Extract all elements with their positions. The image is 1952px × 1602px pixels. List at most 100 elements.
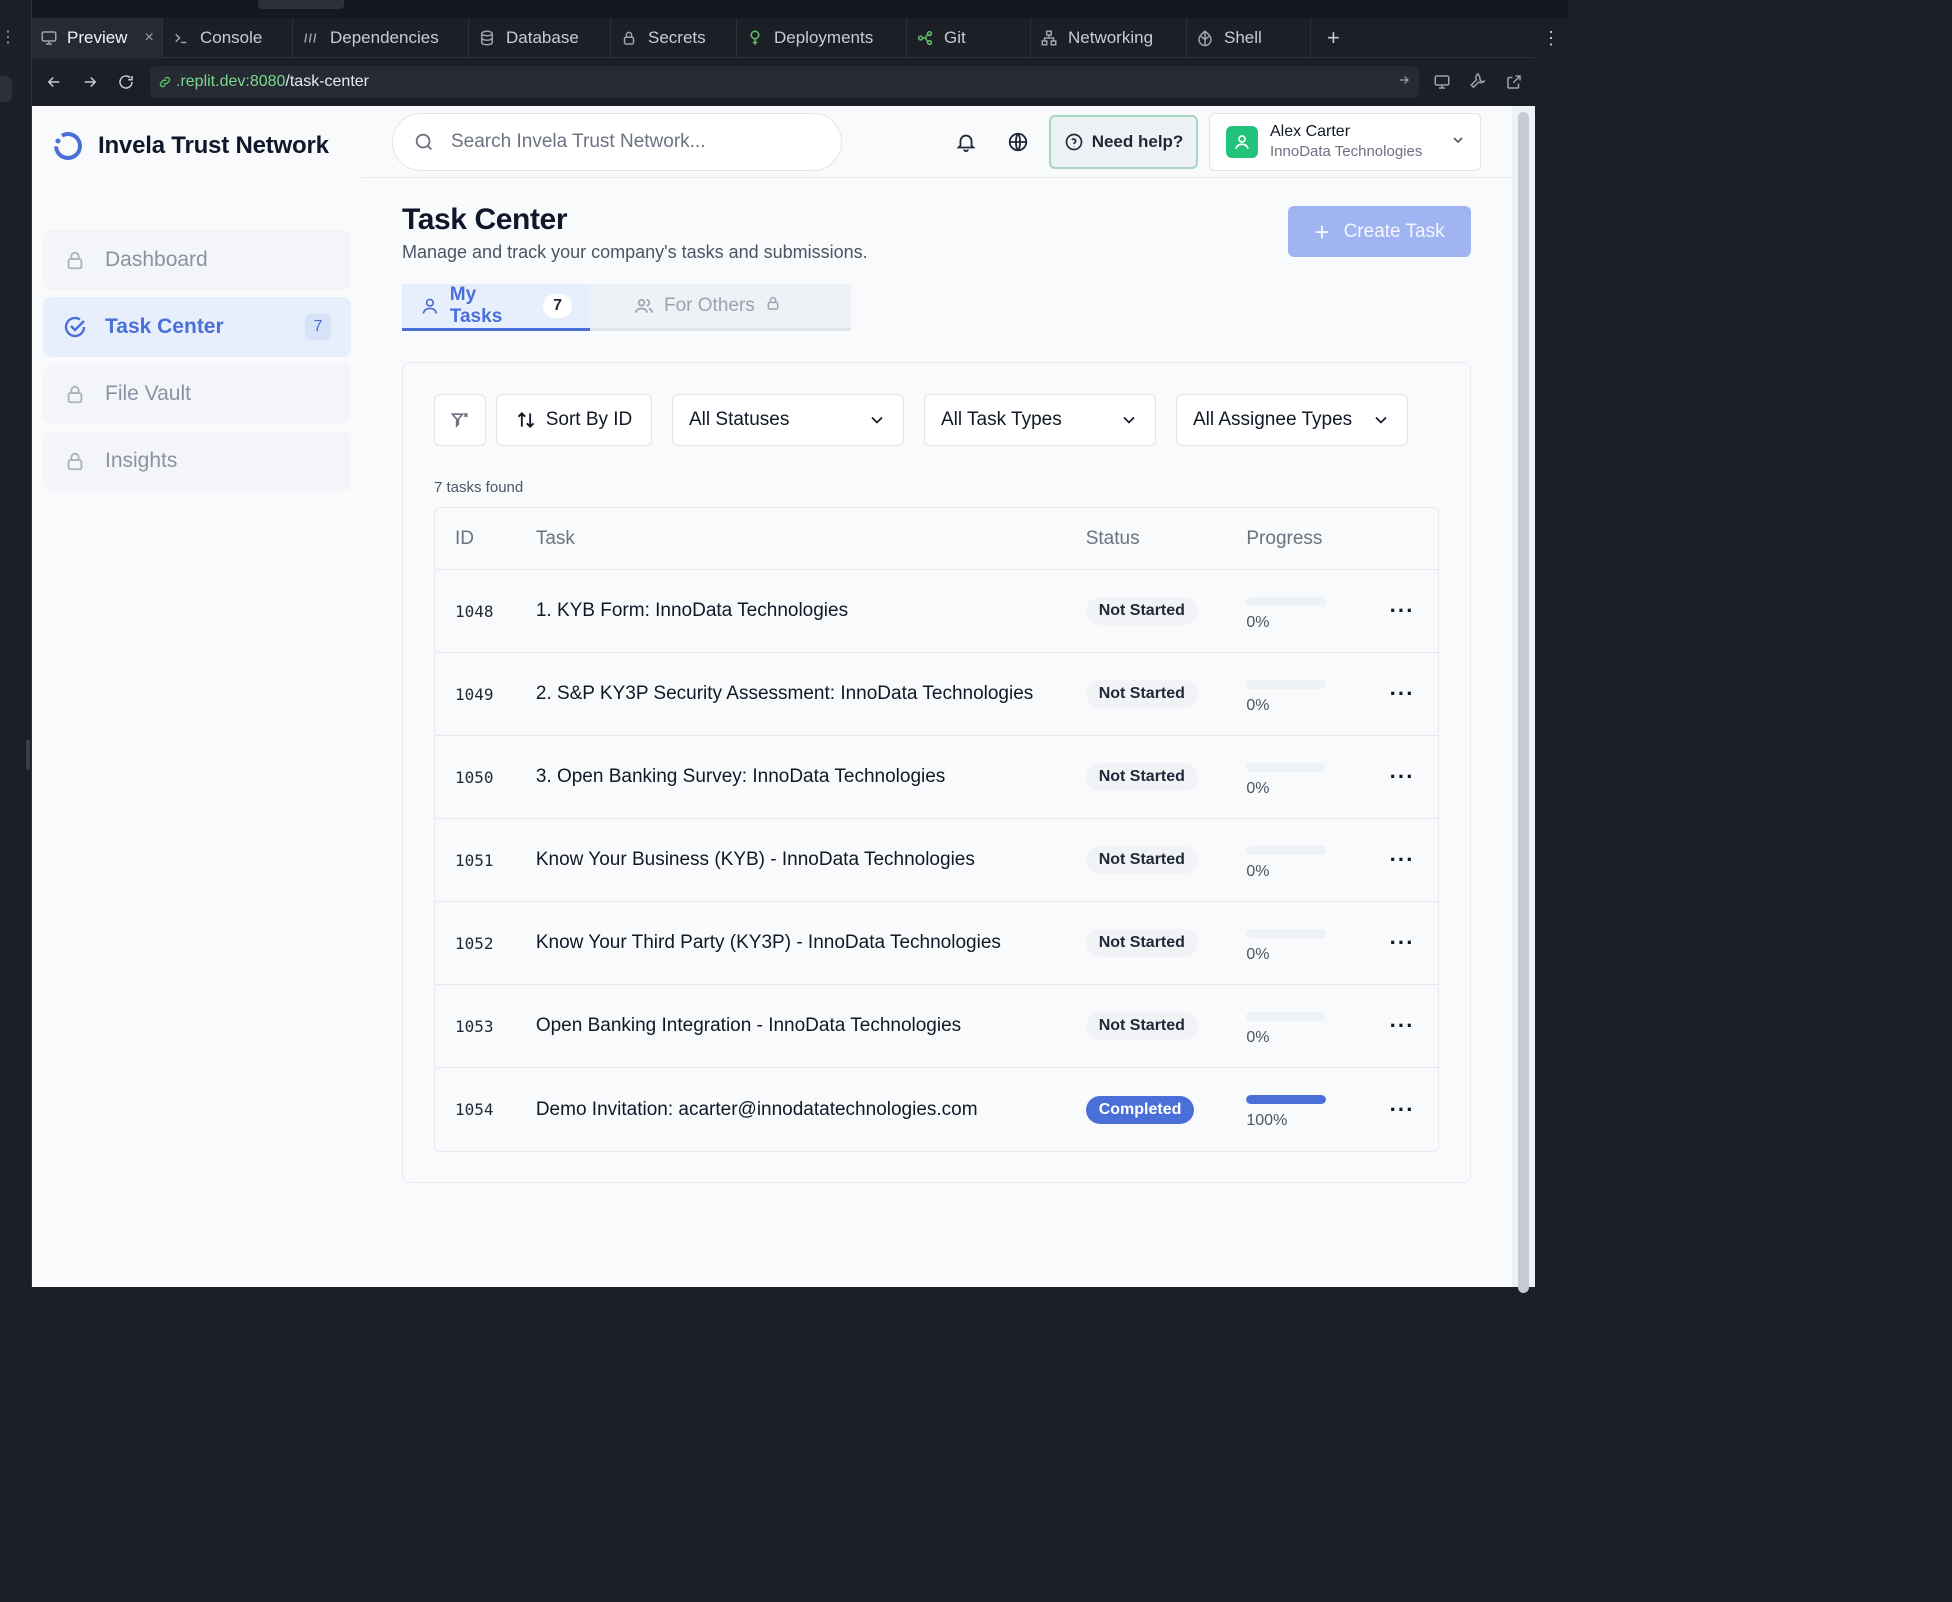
progress-cell: 100% xyxy=(1246,1089,1366,1130)
more-horizontal-icon[interactable]: ··· xyxy=(1390,681,1415,707)
sidebar-item-label: Insights xyxy=(105,449,178,472)
progress-cell: 0% xyxy=(1246,1006,1366,1047)
more-horizontal-icon[interactable]: ··· xyxy=(1390,847,1415,873)
status-badge: Not Started xyxy=(1085,929,1198,957)
table-row[interactable]: 1054 Demo Invitation: acarter@innodatatec… xyxy=(435,1068,1438,1151)
sort-by-id-button[interactable]: Sort By ID xyxy=(496,394,652,446)
forward-arrow-icon[interactable] xyxy=(72,64,108,100)
brand[interactable]: Invela Trust Network xyxy=(52,130,329,162)
help-circle-icon xyxy=(1065,133,1083,151)
table-row[interactable]: 1053 Open Banking Integration - InnoData … xyxy=(435,985,1438,1068)
table-row[interactable]: 1052 Know Your Third Party (KY3P) - InnoD… xyxy=(435,902,1438,985)
rail-toggle-button[interactable] xyxy=(0,76,12,102)
back-arrow-icon[interactable] xyxy=(36,64,72,100)
task-name-cell[interactable]: 3. Open Banking Survey: InnoData Technol… xyxy=(536,766,1086,788)
progress-cell: 0% xyxy=(1246,591,1366,632)
more-horizontal-icon[interactable]: ··· xyxy=(1390,598,1415,624)
search-input[interactable]: Search Invela Trust Network... xyxy=(392,113,842,171)
chevron-down-icon xyxy=(871,416,883,424)
tab-my-tasks[interactable]: My Tasks 7 xyxy=(402,284,590,331)
sidebar-item-task-center[interactable]: Task Center 7 xyxy=(43,297,351,357)
ide-tab-label: Console xyxy=(200,27,263,47)
need-help-label: Need help? xyxy=(1091,132,1184,151)
clear-filters-button[interactable] xyxy=(434,394,486,446)
browser-url-bar: .replit.dev:8080/task-center xyxy=(32,58,1535,106)
status-badge: Not Started xyxy=(1085,1012,1198,1040)
column-header-id[interactable]: ID xyxy=(435,528,536,550)
more-vertical-icon[interactable]: ⋮ xyxy=(1534,18,1568,58)
status-filter-value: All Statuses xyxy=(689,409,790,430)
ide-tab-database[interactable]: Database xyxy=(469,18,611,57)
create-task-button[interactable]: + Create Task xyxy=(1288,206,1471,257)
task-name-cell[interactable]: Open Banking Integration - InnoData Tech… xyxy=(536,1015,1086,1037)
globe-icon[interactable] xyxy=(1004,128,1032,156)
chevron-down-icon xyxy=(1123,416,1135,424)
url-field[interactable]: .replit.dev:8080/task-center xyxy=(150,66,1419,98)
reload-icon[interactable] xyxy=(108,64,144,100)
need-help-button[interactable]: Need help? xyxy=(1049,115,1198,169)
close-icon[interactable]: × xyxy=(144,29,153,47)
task-name-cell[interactable]: 1. KYB Form: InnoData Technologies xyxy=(536,600,1086,622)
app-viewport: Invela Trust Network Dashboard Task Cent… xyxy=(32,106,1535,1287)
progress-bar xyxy=(1246,679,1327,689)
column-header-task[interactable]: Task xyxy=(536,528,1086,550)
add-tab-button[interactable]: + xyxy=(1311,18,1356,57)
rail-menu-icon[interactable]: ⋮ xyxy=(0,30,16,46)
more-horizontal-icon[interactable]: ··· xyxy=(1390,1097,1415,1123)
table-row[interactable]: 1051 Know Your Business (KYB) - InnoData … xyxy=(435,819,1438,902)
scrollbar-thumb[interactable] xyxy=(1518,112,1529,1293)
devtools-wrench-icon[interactable] xyxy=(1463,64,1493,100)
task-name-cell[interactable]: Demo Invitation: acarter@innodatatechnol… xyxy=(536,1099,1086,1121)
workspace-pill[interactable] xyxy=(258,0,344,9)
user-menu[interactable]: Alex Carter InnoData Technologies xyxy=(1209,113,1481,171)
ide-tab-dependencies[interactable]: Dependencies xyxy=(293,18,469,57)
network-icon xyxy=(1039,28,1059,48)
page-scrollbar[interactable] xyxy=(1512,106,1535,1293)
ide-tab-networking[interactable]: Networking xyxy=(1031,18,1187,57)
ide-tab-deployments[interactable]: Deployments xyxy=(737,18,907,57)
brand-name: Invela Trust Network xyxy=(98,132,329,159)
ide-tab-label: Preview xyxy=(67,27,128,47)
ide-tab-label: Shell xyxy=(1224,27,1262,47)
resize-handle[interactable] xyxy=(26,740,30,770)
progress-bar-fill xyxy=(1246,1095,1327,1104)
progress-bar xyxy=(1246,762,1327,772)
ide-tab-preview[interactable]: Preview × xyxy=(32,18,163,57)
tab-for-others[interactable]: For Others xyxy=(590,284,799,328)
status-filter-select[interactable]: All Statuses xyxy=(672,394,904,446)
shell-icon xyxy=(1195,28,1215,48)
column-header-status[interactable]: Status xyxy=(1086,528,1247,550)
more-horizontal-icon[interactable]: ··· xyxy=(1390,930,1415,956)
bell-icon[interactable] xyxy=(952,128,980,156)
table-row[interactable]: 1050 3. Open Banking Survey: InnoData Tec… xyxy=(435,736,1438,819)
table-row[interactable]: 1049 2. S&P KY3P Security Assessment: Inn… xyxy=(435,653,1438,736)
sidebar-item-file-vault[interactable]: File Vault xyxy=(43,364,351,424)
device-preview-icon[interactable] xyxy=(1427,64,1457,100)
ide-tab-console[interactable]: Console xyxy=(163,18,293,57)
task-type-filter-select[interactable]: All Task Types xyxy=(924,394,1156,446)
go-arrow-icon[interactable] xyxy=(1397,73,1411,92)
sidebar-item-dashboard[interactable]: Dashboard xyxy=(43,230,351,290)
ide-tab-git[interactable]: Git xyxy=(907,18,1031,57)
more-horizontal-icon[interactable]: ··· xyxy=(1390,1013,1415,1039)
more-horizontal-icon[interactable]: ··· xyxy=(1390,764,1415,790)
table-row[interactable]: 1048 1. KYB Form: InnoData Technologies No… xyxy=(435,570,1438,653)
task-name-cell[interactable]: 2. S&P KY3P Security Assessment: InnoDat… xyxy=(536,683,1086,705)
sidebar-item-insights[interactable]: Insights xyxy=(43,431,351,491)
ide-tab-shell[interactable]: Shell xyxy=(1187,18,1311,57)
database-icon xyxy=(477,28,497,48)
ide-tab-secrets[interactable]: Secrets xyxy=(611,18,737,57)
status-badge: Not Started xyxy=(1085,680,1198,708)
task-id-cell: 1053 xyxy=(455,1016,494,1036)
sidebar-item-label: Dashboard xyxy=(105,248,208,271)
assignee-type-filter-select[interactable]: All Assignee Types xyxy=(1176,394,1408,446)
terminal-icon xyxy=(171,28,191,48)
column-header-progress[interactable]: Progress xyxy=(1246,528,1366,550)
ide-tab-bar: Preview × Console Dependencies Database … xyxy=(32,18,1534,58)
task-name-cell[interactable]: Know Your Business (KYB) - InnoData Tech… xyxy=(536,849,1086,871)
url-host: .replit.dev:8080 xyxy=(176,73,286,90)
task-name-cell[interactable]: Know Your Third Party (KY3P) - InnoData … xyxy=(536,932,1086,954)
open-new-tab-icon[interactable] xyxy=(1499,64,1529,100)
ide-tab-label: Networking xyxy=(1068,27,1154,47)
status-cell: Not Started xyxy=(1085,1012,1247,1040)
